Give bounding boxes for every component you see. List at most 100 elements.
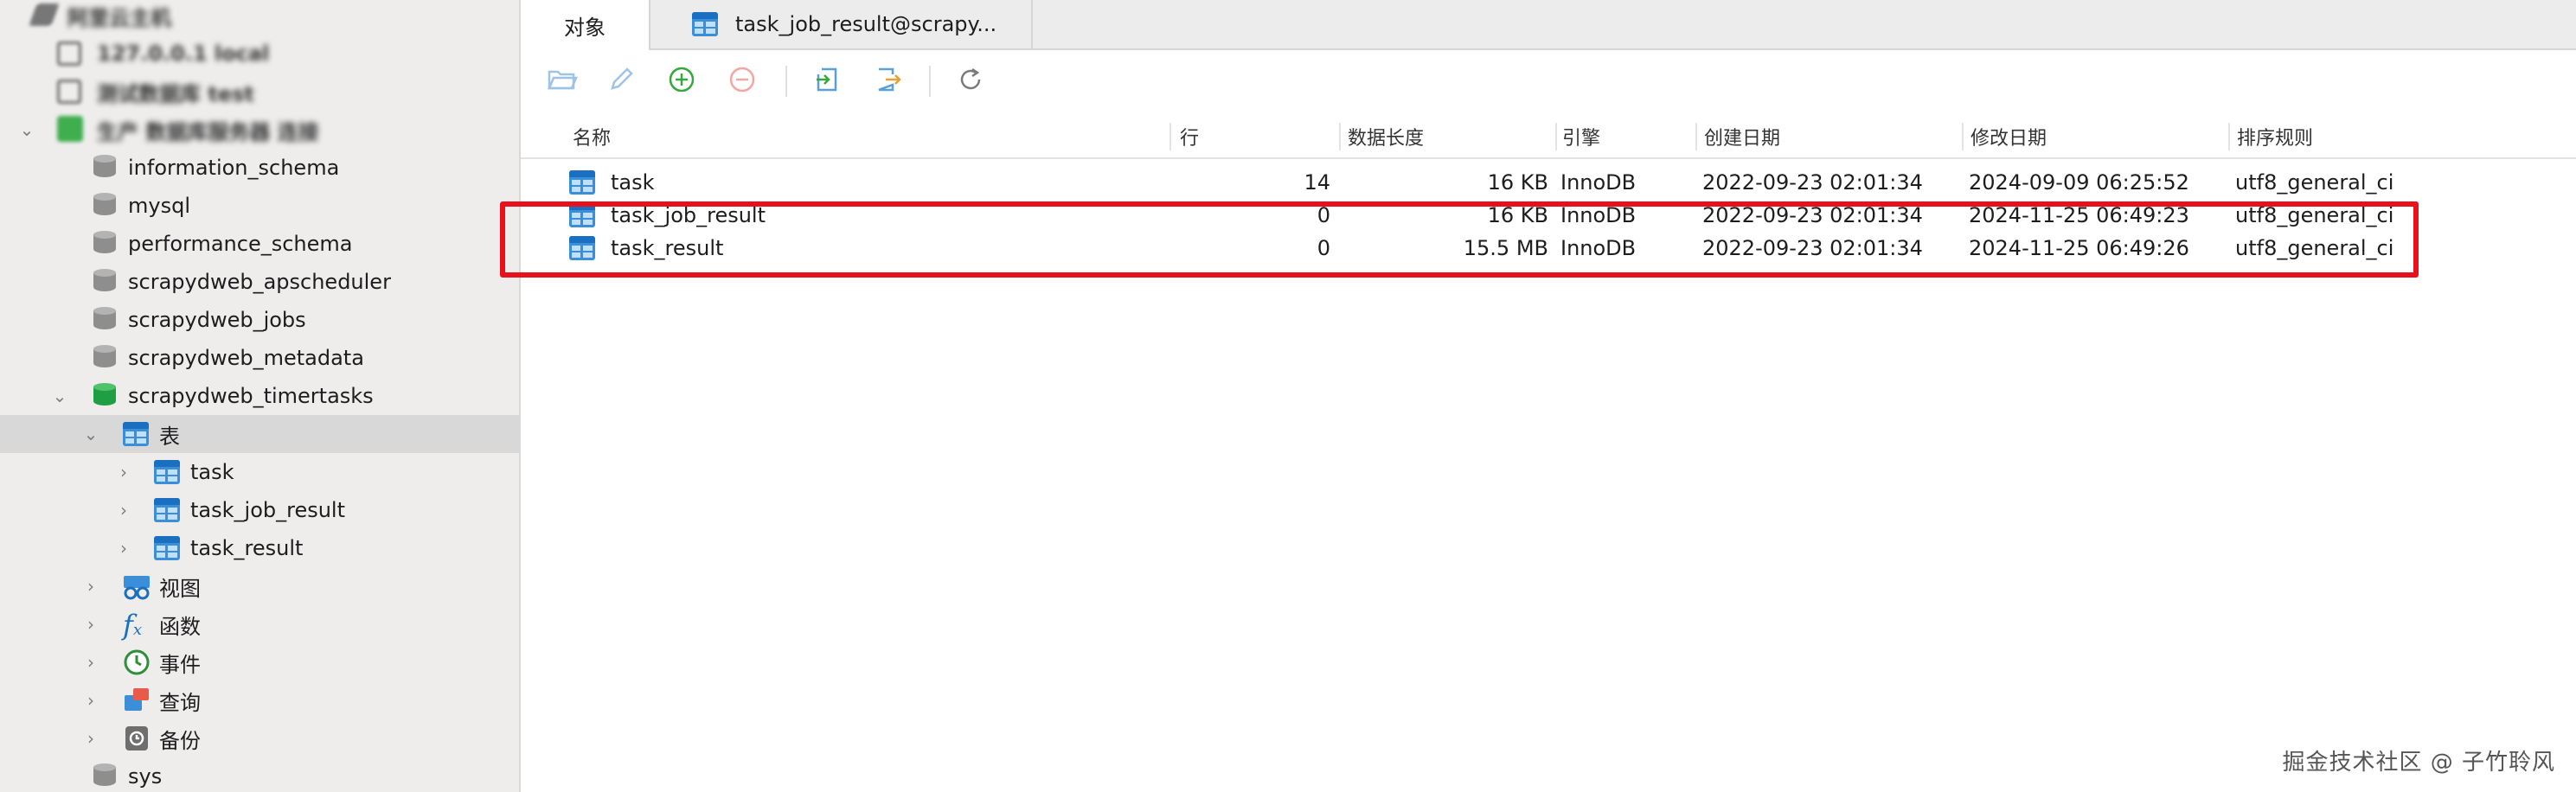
database-item[interactable]: mysql xyxy=(0,187,519,225)
database-icon xyxy=(93,307,116,333)
chevron-down-icon[interactable]: ⌄ xyxy=(81,424,100,444)
database-item[interactable]: sys xyxy=(0,757,519,792)
chevron-right-icon[interactable]: › xyxy=(114,500,133,521)
events-label: 事件 xyxy=(159,652,201,677)
open-table-icon xyxy=(548,70,578,90)
database-item[interactable]: scrapydweb_jobs xyxy=(0,301,519,339)
connection-icon xyxy=(57,80,81,104)
open-table-button[interactable] xyxy=(545,62,580,97)
column-header-created[interactable]: 创建日期 xyxy=(1704,116,1780,157)
toolbar-divider xyxy=(785,66,787,97)
connection-label: 测试数据库 test xyxy=(97,81,254,106)
table-icon xyxy=(123,422,149,446)
functions-label: 函数 xyxy=(159,614,201,639)
table-data-length: 16 KB xyxy=(1487,170,1548,195)
chevron-right-icon[interactable]: › xyxy=(81,576,100,597)
database-icon xyxy=(93,345,116,371)
backups-label: 备份 xyxy=(159,728,201,753)
queries-label: 查询 xyxy=(159,690,201,715)
database-label: information_schema xyxy=(128,156,340,180)
chevron-right-icon[interactable]: › xyxy=(81,690,100,711)
functions-folder[interactable]: › fx 函数 xyxy=(0,605,519,643)
tables-folder[interactable]: ⌄ 表 xyxy=(0,415,519,453)
database-icon xyxy=(93,269,116,295)
connection-row-expanded[interactable]: ⌄ 生产 数据库服务器 连接 xyxy=(0,111,519,149)
column-header-rows[interactable]: 行 xyxy=(1180,116,1199,157)
connection-icon xyxy=(29,3,60,26)
refresh-button[interactable] xyxy=(953,62,988,97)
views-folder[interactable]: › 视图 xyxy=(0,567,519,605)
tab-bar: 对象 task_job_result@scrapy... xyxy=(521,0,2576,50)
table-created: 2022-09-23 02:01:34 xyxy=(1702,170,1923,195)
connection-label: 127.0.0.1 local xyxy=(97,42,270,66)
tab-objects[interactable]: 对象 xyxy=(521,0,650,50)
events-folder[interactable]: › 事件 xyxy=(0,643,519,681)
database-label: performance_schema xyxy=(128,232,353,256)
chevron-right-icon[interactable]: › xyxy=(114,538,133,559)
table-rows-count: 14 xyxy=(1304,170,1330,195)
object-toolbar xyxy=(521,50,2576,116)
table-icon xyxy=(154,498,180,522)
connection-label: 生产 数据库服务器 连接 xyxy=(97,119,319,144)
column-divider[interactable] xyxy=(1962,123,1964,150)
column-header-engine[interactable]: 引擎 xyxy=(1562,116,1600,157)
views-label: 视图 xyxy=(159,576,201,601)
tables-folder-label: 表 xyxy=(159,424,180,449)
database-icon xyxy=(93,193,116,219)
column-divider[interactable] xyxy=(1169,123,1171,150)
database-item[interactable]: information_schema xyxy=(0,149,519,187)
column-header-modified[interactable]: 修改日期 xyxy=(1970,116,2047,157)
table-modified: 2024-09-09 06:25:52 xyxy=(1969,170,2189,195)
column-header-data-length[interactable]: 数据长度 xyxy=(1348,116,1424,157)
table-item[interactable]: › task_job_result xyxy=(0,491,519,529)
table-row[interactable]: task 14 16 KB InnoDB 2022-09-23 02:01:34… xyxy=(521,166,2576,199)
database-icon xyxy=(93,155,116,181)
database-label: scrapydweb_metadata xyxy=(128,346,364,370)
table-item[interactable]: › task_result xyxy=(0,529,519,567)
design-table-icon xyxy=(611,67,633,90)
table-label: task_result xyxy=(190,536,304,560)
backup-icon xyxy=(123,725,151,752)
table-item[interactable]: › task xyxy=(0,453,519,491)
database-label: sys xyxy=(128,764,163,789)
column-header-name[interactable]: 名称 xyxy=(573,116,611,157)
connection-row[interactable]: 127.0.0.1 local xyxy=(0,35,519,73)
database-item[interactable]: performance_schema xyxy=(0,225,519,263)
table-name: task xyxy=(611,170,655,195)
connection-row[interactable]: 测试数据库 test xyxy=(0,73,519,111)
import-button[interactable] xyxy=(810,62,844,97)
table-icon xyxy=(692,12,718,36)
database-label: scrapydweb_timertasks xyxy=(128,384,374,408)
query-icon xyxy=(123,687,151,714)
connection-icon xyxy=(57,116,83,142)
delete-table-button[interactable] xyxy=(725,62,759,97)
backups-folder[interactable]: › 备份 xyxy=(0,719,519,757)
tab-label: task_job_result@scrapy... xyxy=(735,12,997,36)
column-divider[interactable] xyxy=(1695,123,1697,150)
database-item[interactable]: scrapydweb_metadata xyxy=(0,339,519,377)
delete-table-icon xyxy=(729,67,755,93)
chevron-right-icon[interactable]: › xyxy=(81,614,100,635)
chevron-down-icon[interactable]: ⌄ xyxy=(50,386,69,406)
watermark: 掘金技术社区 @ 子竹聆风 xyxy=(2282,750,2555,776)
new-table-button[interactable] xyxy=(664,62,699,97)
chevron-right-icon[interactable]: › xyxy=(81,652,100,673)
column-divider[interactable] xyxy=(1555,123,1557,150)
design-table-button[interactable] xyxy=(604,62,638,97)
database-item-open[interactable]: ⌄ scrapydweb_timertasks xyxy=(0,377,519,415)
chevron-down-icon[interactable]: ⌄ xyxy=(17,119,36,140)
export-button[interactable] xyxy=(870,62,905,97)
chevron-right-icon[interactable]: › xyxy=(114,462,133,482)
tab-table-data[interactable]: task_job_result@scrapy... xyxy=(650,0,1033,48)
column-divider[interactable] xyxy=(1339,123,1341,150)
table-label: task_job_result xyxy=(190,498,346,522)
database-item[interactable]: scrapydweb_apscheduler xyxy=(0,263,519,301)
column-header-collation[interactable]: 排序规则 xyxy=(2237,116,2313,157)
queries-folder[interactable]: › 查询 xyxy=(0,681,519,719)
column-divider[interactable] xyxy=(2228,123,2230,150)
toolbar-divider xyxy=(929,66,931,97)
chevron-right-icon[interactable]: › xyxy=(81,728,100,749)
table-icon xyxy=(154,536,180,560)
view-icon xyxy=(123,574,151,602)
connection-row[interactable]: 阿里云主机 xyxy=(0,0,519,35)
